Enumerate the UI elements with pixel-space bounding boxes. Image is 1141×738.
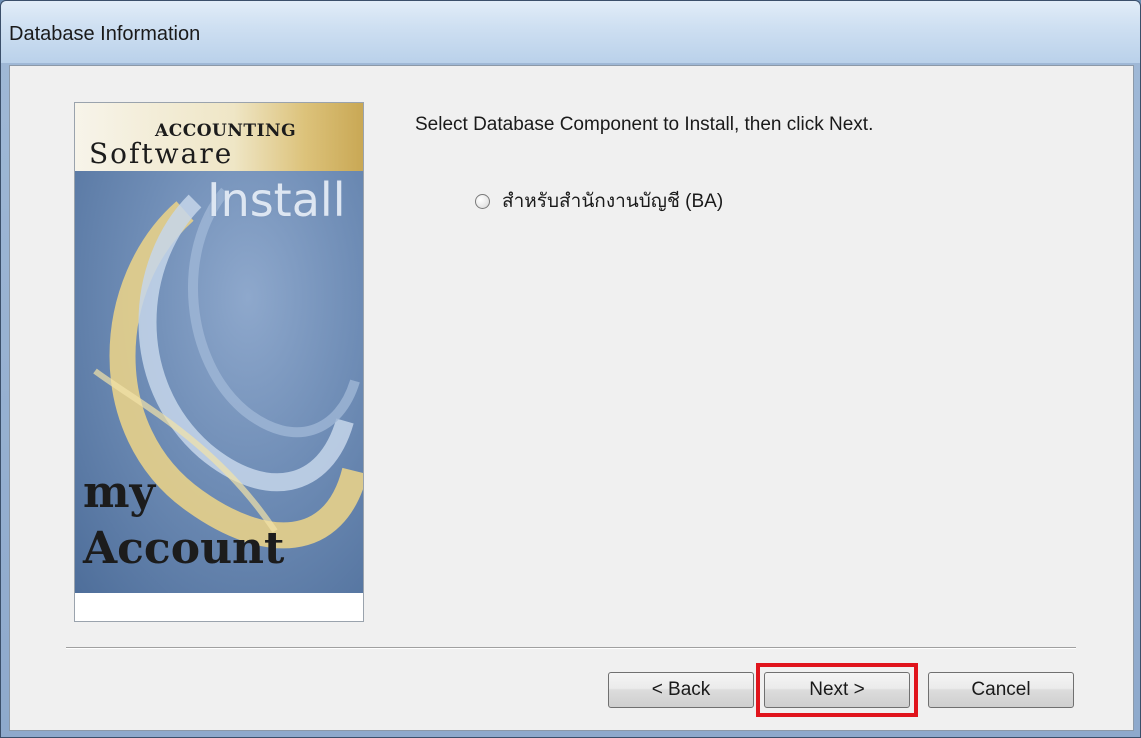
radio-option-ba[interactable]: สำหรับสำนักงานบัญชี (BA) [475,186,723,216]
back-button[interactable]: < Back [608,672,754,708]
logo-text-my: my [83,467,156,518]
title-bar[interactable]: Database Information [1,1,1140,63]
separator-line [66,647,1076,649]
installer-window: Database Information ACCOUNTING Software… [0,0,1141,738]
instruction-text: Select Database Component to Install, th… [415,114,874,135]
dialog-body: ACCOUNTING Software Install my Account S… [9,65,1134,731]
banner-footer [75,593,363,621]
logo-text-install: Install [207,173,346,227]
cancel-button[interactable]: Cancel [928,672,1074,708]
logo-text-software: Software [89,137,234,170]
logo-text-account: Account [83,523,285,574]
radio-option-label[interactable]: สำหรับสำนักงานบัญชี (BA) [502,186,723,216]
next-button[interactable]: Next > [764,672,910,708]
radio-button-icon[interactable] [475,193,490,209]
window-title: Database Information [9,23,201,45]
installer-banner-image: ACCOUNTING Software Install my Account [74,102,364,622]
